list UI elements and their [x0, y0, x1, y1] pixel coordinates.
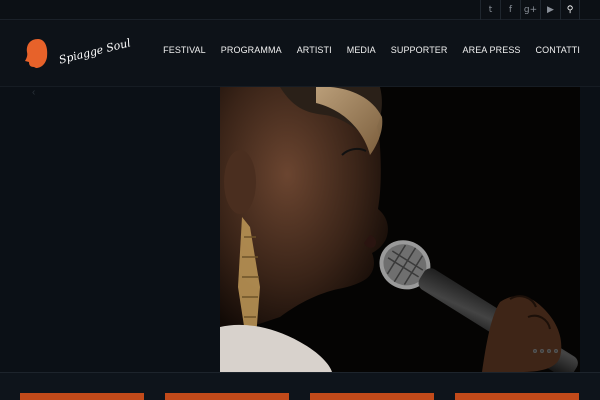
slider-dot[interactable]	[547, 349, 551, 353]
slider-dot[interactable]	[540, 349, 544, 353]
hero-photo-singer	[220, 87, 580, 372]
feature-strip	[0, 372, 600, 400]
site-header: Spiagge Soul FESTIVAL PROGRAMMA ARTISTI …	[0, 21, 600, 87]
feature-tile-2[interactable]	[165, 393, 289, 400]
site-logo[interactable]: Spiagge Soul	[24, 36, 132, 69]
nav-item-supporter[interactable]: SUPPORTER	[376, 45, 448, 55]
nav-item-media[interactable]: MEDIA	[332, 45, 376, 55]
youtube-icon[interactable]: ▶	[540, 0, 560, 20]
nav-item-programma[interactable]: PROGRAMMA	[206, 45, 282, 55]
hero-slider: ‹ ›	[0, 87, 600, 372]
social-links: t f g+ ▶ ⚲	[480, 0, 580, 20]
nav-item-contatti[interactable]: CONTATTI	[521, 45, 580, 55]
main-nav: FESTIVAL PROGRAMMA ARTISTI MEDIA SUPPORT…	[148, 45, 580, 55]
feature-tile-1[interactable]	[20, 393, 144, 400]
google-plus-icon[interactable]: g+	[520, 0, 540, 20]
nav-item-artisti[interactable]: ARTISTI	[282, 45, 332, 55]
feature-tile-3[interactable]	[310, 393, 434, 400]
nav-item-festival[interactable]: FESTIVAL	[148, 45, 206, 55]
slider-dots	[533, 349, 558, 353]
feature-tile-4[interactable]	[455, 393, 579, 400]
social-bar: t f g+ ▶ ⚲	[0, 0, 600, 20]
search-icon[interactable]: ⚲	[560, 0, 580, 20]
slider-dot[interactable]	[533, 349, 537, 353]
twitter-icon[interactable]: t	[480, 0, 500, 20]
facebook-icon[interactable]: f	[500, 0, 520, 20]
slider-prev-icon[interactable]: ‹	[32, 87, 46, 98]
nav-item-area-press[interactable]: AREA PRESS	[448, 45, 521, 55]
slider-dot[interactable]	[554, 349, 558, 353]
